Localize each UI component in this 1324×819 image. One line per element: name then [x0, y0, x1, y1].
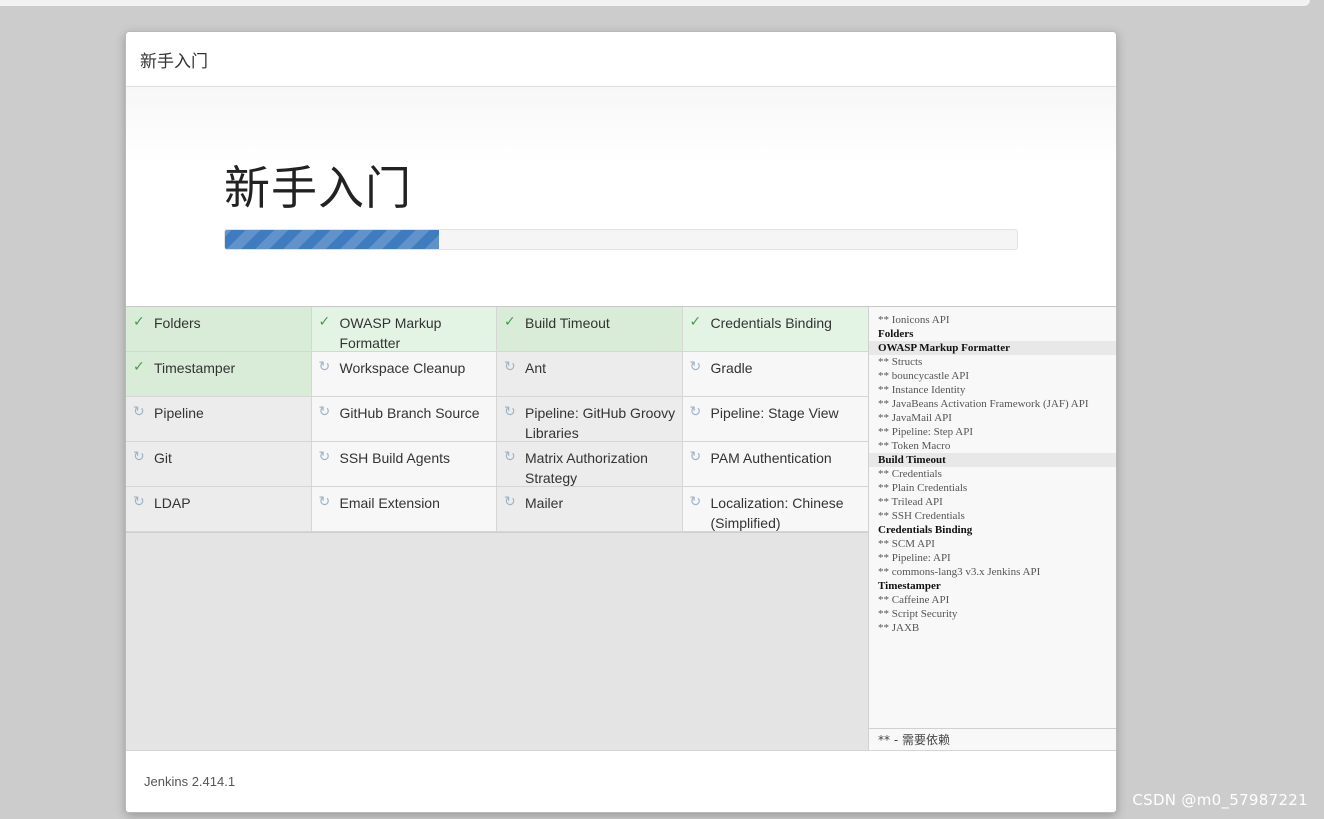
plugin-name: Ant — [525, 360, 547, 376]
plugin-item: ✓ Folders — [126, 307, 312, 352]
plugin-item: ↻ LDAP — [126, 487, 312, 532]
log-dependency-line: ** Pipeline: Step API — [878, 426, 974, 438]
plugin-name: Matrix Authorization Strategy — [525, 450, 648, 486]
plugin-name: OWASP Markup Formatter — [339, 315, 442, 351]
plugin-name: Email Extension — [339, 495, 440, 511]
refresh-icon: ↻ — [133, 449, 145, 465]
refresh-icon: ↻ — [318, 494, 331, 510]
check-icon: ✓ — [689, 314, 702, 330]
log-dependency-line: ** Script Security — [878, 608, 958, 620]
plugin-item: ↻ Gradle — [682, 352, 868, 397]
watermark: CSDN @m0_57987221 — [1132, 791, 1308, 809]
plugin-name: Build Timeout — [525, 315, 610, 331]
jenkins-version: Jenkins 2.414.1 — [144, 774, 236, 789]
log-plugin-line: Folders — [878, 328, 914, 340]
log-dependency-line: ** Pipeline: API — [878, 552, 951, 564]
log-dependency-line: ** Structs — [878, 356, 923, 368]
plugin-item: ↻ Pipeline: Stage View — [682, 397, 868, 442]
plugin-item: ↻ Workspace Cleanup — [311, 352, 497, 397]
plugin-item: ↻ Mailer — [497, 487, 683, 532]
log-dependency-line: ** Trilead API — [878, 496, 943, 508]
log-dependency-line: ** commons-lang3 v3.x Jenkins API — [878, 566, 1041, 578]
log-dependency-line: ** Caffeine API — [878, 594, 950, 606]
plugin-name: Mailer — [525, 495, 564, 511]
plugin-name: Gradle — [710, 360, 753, 376]
plugin-name: Git — [154, 450, 172, 466]
hero-panel: 新手入门 — [126, 87, 1116, 307]
dialog-footer: Jenkins 2.414.1 — [126, 750, 1116, 812]
install-content: ✓ Folders ✓ OWASP Markup Formatter ✓ Build Ti… — [126, 307, 1116, 750]
plugin-name: Pipeline — [154, 405, 204, 421]
hero-title: 新手入门 — [224, 161, 412, 215]
plugin-name: Pipeline: Stage View — [710, 405, 839, 421]
plugin-grid: ✓ Folders ✓ OWASP Markup Formatter ✓ Build Ti… — [126, 307, 868, 533]
plugin-name: Folders — [154, 315, 201, 331]
log-dependency-line: ** JavaBeans Activation Framework (JAF) … — [878, 398, 1089, 410]
plugin-item: ↻ PAM Authentication — [682, 442, 868, 487]
log-dependency-line: ** JAXB — [878, 622, 920, 634]
log-dependency-line: ** Token Macro — [878, 440, 951, 452]
check-icon: ✓ — [133, 359, 145, 375]
log-plugin-line: OWASP Markup Formatter — [869, 341, 1116, 355]
plugin-name: SSH Build Agents — [339, 450, 451, 466]
plugin-item: ↻ GitHub Branch Source — [311, 397, 497, 442]
log-dependency-line: ** Instance Identity — [878, 384, 966, 396]
plugin-name: Workspace Cleanup — [339, 360, 466, 376]
log-dependency-line: ** Ionicons API — [878, 314, 950, 326]
install-progress-fill — [225, 230, 439, 249]
dialog-header-title: 新手入门 — [140, 51, 208, 72]
refresh-icon: ↻ — [689, 359, 702, 375]
setup-wizard-dialog: 新手入门 新手入门 ✓ Folders ✓ OWASP Markup Formatte… — [125, 31, 1117, 813]
plugin-item: ↻ Git — [126, 442, 312, 487]
refresh-icon: ↻ — [504, 359, 516, 375]
refresh-icon: ↻ — [318, 449, 331, 465]
refresh-icon: ↻ — [318, 359, 331, 375]
refresh-icon: ↻ — [504, 494, 516, 510]
plugin-item: ✓ Credentials Binding — [682, 307, 868, 352]
browser-top-strip — [0, 0, 1310, 6]
install-log-lines: ** Ionicons API Folders OWASP Markup Forma… — [869, 313, 1116, 635]
check-icon: ✓ — [318, 314, 331, 330]
log-dependency-line: ** SCM API — [878, 538, 935, 550]
plugin-name: PAM Authentication — [710, 450, 832, 466]
plugin-item: ↻ Localization: Chinese (Simplified) — [682, 487, 868, 532]
log-plugin-line: Timestamper — [878, 580, 941, 592]
plugin-item: ↻ Matrix Authorization Strategy — [497, 442, 683, 487]
plugin-item: ↻ Email Extension — [311, 487, 497, 532]
plugin-item: ✓ Timestamper — [126, 352, 312, 397]
dialog-header: 新手入门 — [126, 32, 1116, 87]
refresh-icon: ↻ — [504, 404, 516, 420]
refresh-icon: ↻ — [133, 404, 145, 420]
log-plugin-line: Credentials Binding — [878, 524, 973, 536]
plugin-item: ✓ OWASP Markup Formatter — [311, 307, 497, 352]
log-legend: ** - 需要依赖 — [869, 728, 1116, 750]
log-dependency-line: ** Credentials — [878, 468, 942, 480]
log-dependency-line: ** SSH Credentials — [878, 510, 965, 522]
refresh-icon: ↻ — [689, 449, 702, 465]
plugin-name: Timestamper — [154, 360, 236, 376]
log-plugin-line: Build Timeout — [869, 453, 1116, 467]
refresh-icon: ↻ — [318, 404, 331, 420]
refresh-icon: ↻ — [689, 494, 702, 510]
plugin-name: Credentials Binding — [710, 315, 832, 331]
refresh-icon: ↻ — [504, 449, 516, 465]
log-dependency-line: ** JavaMail API — [878, 412, 952, 424]
install-log-panel[interactable]: ** Ionicons API Folders OWASP Markup Forma… — [868, 307, 1116, 750]
plugin-name: Pipeline: GitHub Groovy Libraries — [525, 405, 676, 441]
plugin-name: LDAP — [154, 495, 191, 511]
log-dependency-line: ** Plain Credentials — [878, 482, 968, 494]
refresh-icon: ↻ — [133, 494, 145, 510]
check-icon: ✓ — [504, 314, 516, 330]
plugin-name: Localization: Chinese (Simplified) — [710, 495, 844, 531]
refresh-icon: ↻ — [689, 404, 702, 420]
plugin-item: ↻ Pipeline: GitHub Groovy Libraries — [497, 397, 683, 442]
install-progress-bar — [224, 229, 1018, 250]
plugin-name: GitHub Branch Source — [339, 405, 480, 421]
plugin-item: ↻ Ant — [497, 352, 683, 397]
log-dependency-line: ** bouncycastle API — [878, 370, 970, 382]
plugin-item: ↻ Pipeline — [126, 397, 312, 442]
plugin-item: ✓ Build Timeout — [497, 307, 683, 352]
plugin-item: ↻ SSH Build Agents — [311, 442, 497, 487]
check-icon: ✓ — [133, 314, 145, 330]
